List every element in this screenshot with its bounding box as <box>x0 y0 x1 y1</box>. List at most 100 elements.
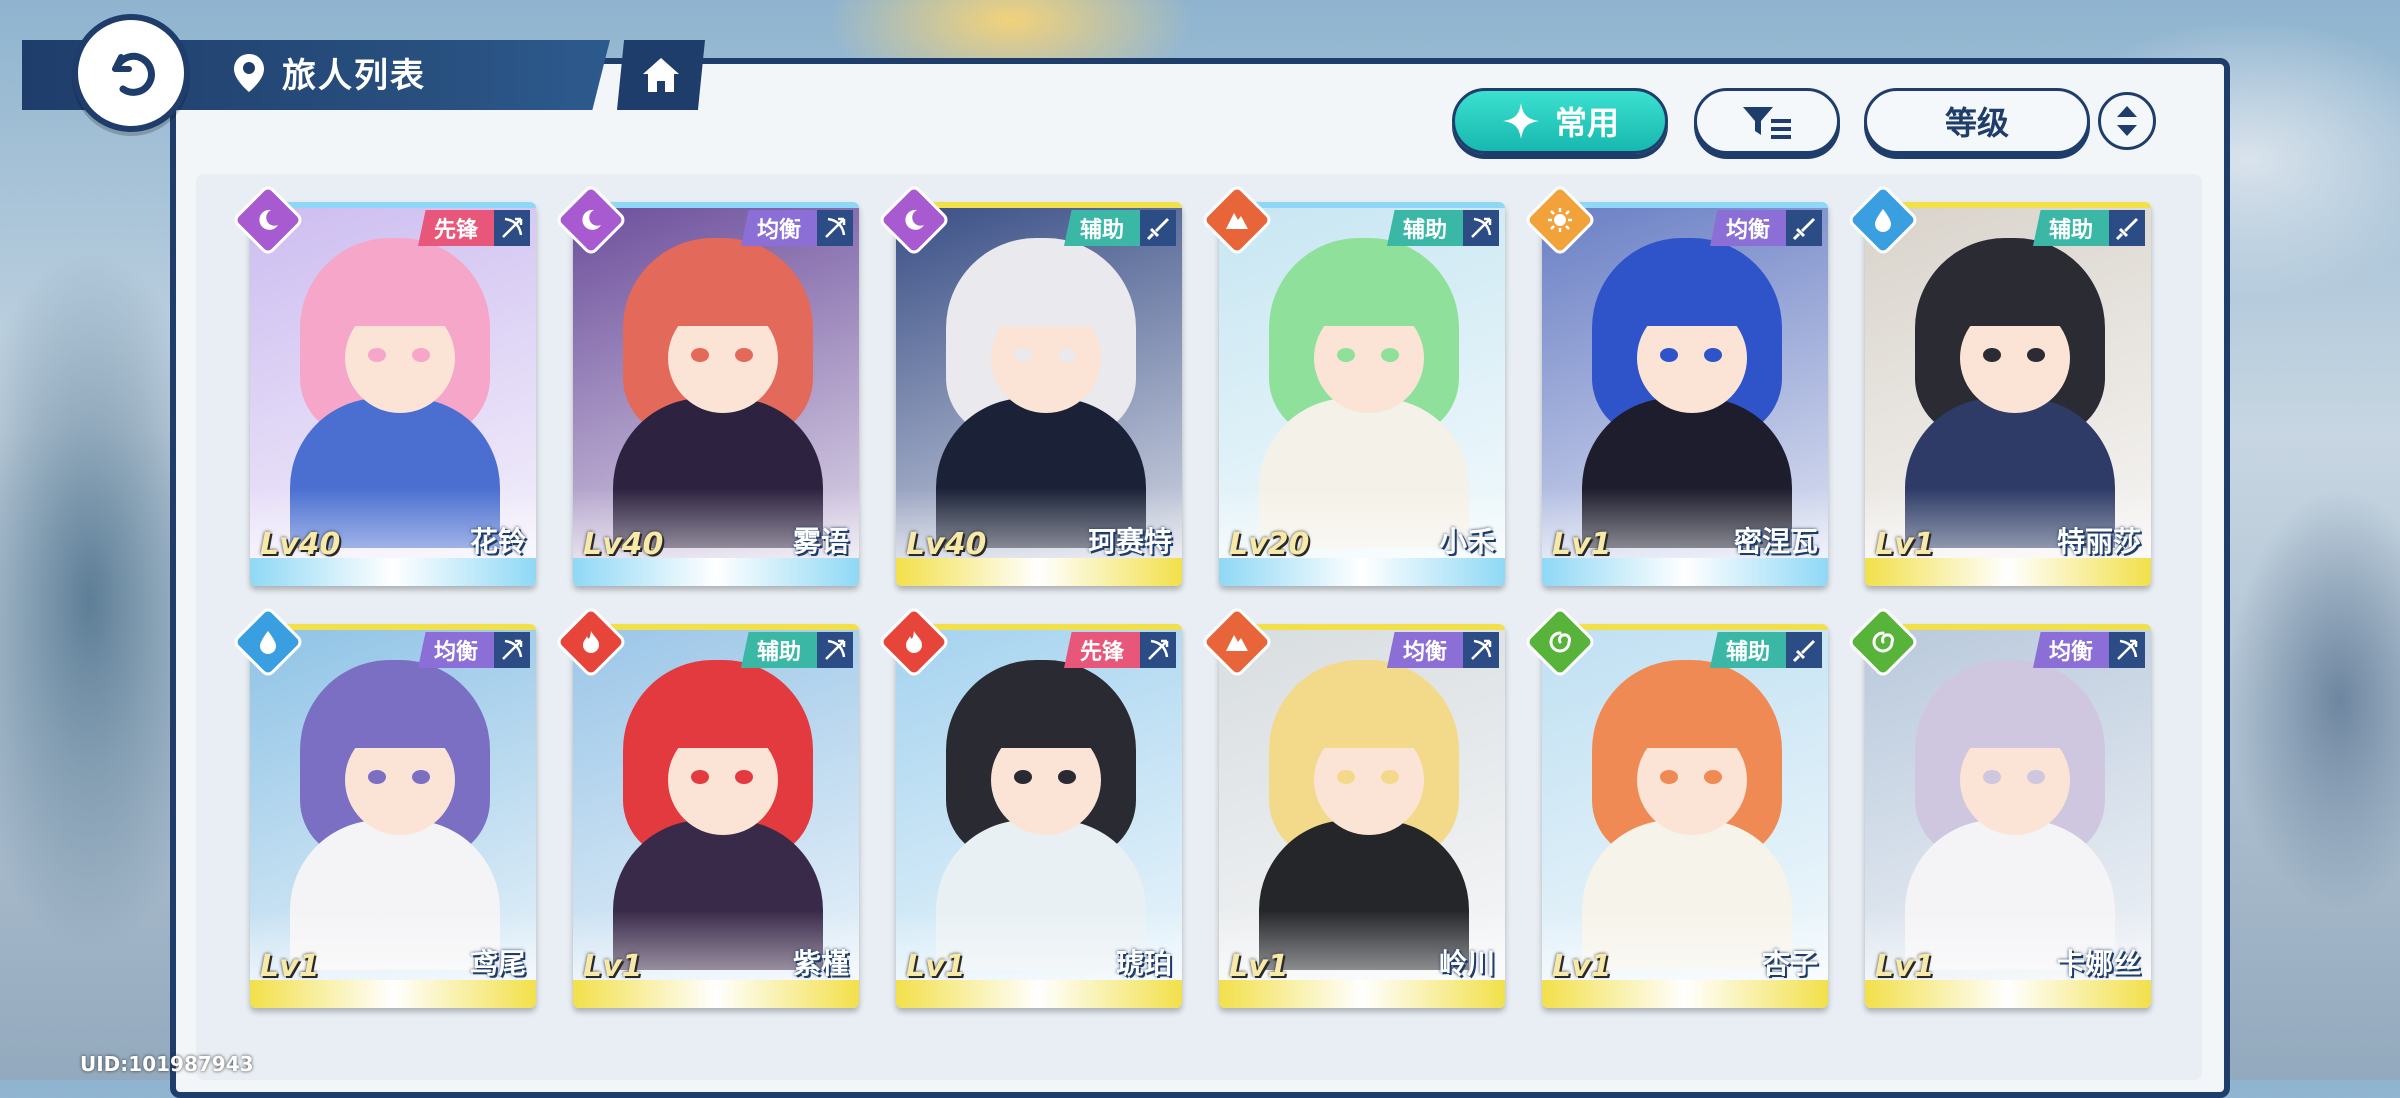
role-tag: 均衡 <box>740 210 817 246</box>
rarity-bar <box>573 980 859 1008</box>
role-tag: 先锋 <box>1063 632 1140 668</box>
portrait-eye <box>2027 770 2045 784</box>
portrait-bangs <box>1307 700 1431 748</box>
page-title: 旅人列表 <box>282 56 426 96</box>
sort-up-down-icon <box>2117 106 2137 136</box>
portrait-bangs <box>661 278 785 326</box>
portrait-eye <box>412 348 430 362</box>
sword-icon <box>1786 632 1822 668</box>
character-card[interactable]: 均衡 Lv1 岭川 <box>1200 605 1505 1008</box>
character-card[interactable]: 先锋 Lv40 花铃 <box>231 183 536 586</box>
character-card[interactable]: 均衡 Lv1 鸢尾 <box>231 605 536 1008</box>
rarity-bar <box>1219 980 1505 1008</box>
character-portrait <box>1865 208 2151 558</box>
portrait-eye <box>1058 348 1076 362</box>
portrait-eye <box>412 770 430 784</box>
character-card[interactable]: 辅助 Lv20 小禾 <box>1200 183 1505 586</box>
portrait-eye <box>368 348 386 362</box>
character-card[interactable]: 辅助 Lv1 杏子 <box>1523 605 1828 1008</box>
portrait-eye <box>1381 770 1399 784</box>
rarity-bar <box>573 558 859 586</box>
character-name: 特丽莎 <box>2056 525 2141 558</box>
bow-icon <box>1463 632 1499 668</box>
location-pin-icon <box>232 52 266 98</box>
character-card[interactable]: 均衡 Lv40 雾语 <box>554 183 859 586</box>
character-level: Lv1 <box>583 949 643 984</box>
home-button[interactable] <box>617 40 705 110</box>
common-filter-label: 常用 <box>1554 104 1619 142</box>
portrait-bangs <box>661 700 785 748</box>
portrait-bangs <box>1953 700 2077 748</box>
character-level: Lv20 <box>1229 527 1310 562</box>
portrait-eye <box>735 770 753 784</box>
role-tag: 先锋 <box>417 210 494 246</box>
character-name: 雾语 <box>792 525 849 558</box>
character-card[interactable]: 先锋 Lv1 琥珀 <box>877 605 1182 1008</box>
portrait-bangs <box>1630 278 1754 326</box>
back-button[interactable] <box>72 14 190 132</box>
character-card[interactable]: 均衡 Lv1 卡娜丝 <box>1846 605 2151 1008</box>
bow-icon <box>2109 632 2145 668</box>
bow-icon <box>1463 210 1499 246</box>
role-tag: 均衡 <box>1386 632 1463 668</box>
character-name: 小禾 <box>1438 525 1495 558</box>
portrait-eye <box>1704 348 1722 362</box>
rarity-bar <box>1865 980 2151 1008</box>
sort-label: 等级 <box>1944 104 2009 142</box>
portrait-eye <box>1014 348 1032 362</box>
character-portrait <box>250 630 536 980</box>
bow-icon <box>817 632 853 668</box>
portrait-eye <box>1704 770 1722 784</box>
character-portrait <box>896 208 1182 558</box>
portrait-eye <box>691 770 709 784</box>
character-card[interactable]: 辅助 Lv1 紫槿 <box>554 605 859 1008</box>
portrait-eye <box>691 348 709 362</box>
home-icon <box>643 58 679 92</box>
portrait-bangs <box>1953 278 2077 326</box>
character-name: 鸢尾 <box>469 947 526 980</box>
portrait-eye <box>735 348 753 362</box>
character-level: Lv40 <box>906 527 987 562</box>
character-name: 花铃 <box>469 525 526 558</box>
rarity-bar <box>250 980 536 1008</box>
rarity-bar <box>1542 558 1828 586</box>
character-level: Lv1 <box>1229 949 1289 984</box>
common-filter-button[interactable]: 常用 <box>1452 88 1668 154</box>
portrait-bangs <box>338 278 462 326</box>
character-card[interactable]: 辅助 Lv1 特丽莎 <box>1846 183 2151 586</box>
portrait-eye <box>1660 348 1678 362</box>
portrait-bangs <box>338 700 462 748</box>
bow-icon <box>817 210 853 246</box>
character-portrait <box>1219 630 1505 980</box>
portrait-bangs <box>984 700 1108 748</box>
back-arrow-icon <box>112 52 155 96</box>
portrait-eye <box>2027 348 2045 362</box>
character-level: Lv1 <box>1875 949 1935 984</box>
character-card[interactable]: 辅助 Lv40 珂赛特 <box>877 183 1182 586</box>
role-tag: 均衡 <box>2032 632 2109 668</box>
portrait-eye <box>1337 348 1355 362</box>
character-portrait <box>573 630 859 980</box>
bow-icon <box>494 210 530 246</box>
character-card[interactable]: 均衡 Lv1 密涅瓦 <box>1523 183 1828 586</box>
rarity-bar <box>1865 558 2151 586</box>
role-tag: 辅助 <box>1386 210 1463 246</box>
character-name: 卡娜丝 <box>2056 947 2141 980</box>
portrait-eye <box>1014 770 1032 784</box>
sort-level-button[interactable]: 等级 <box>1864 88 2090 154</box>
character-level: Lv1 <box>1875 527 1935 562</box>
character-portrait <box>1219 208 1505 558</box>
uid-label: UID:101987943 <box>80 1052 254 1076</box>
character-portrait <box>250 208 536 558</box>
role-tag: 辅助 <box>1709 632 1786 668</box>
rarity-bar <box>1219 558 1505 586</box>
character-name: 琥珀 <box>1115 947 1172 980</box>
bow-icon <box>494 632 530 668</box>
character-portrait <box>1865 630 2151 980</box>
portrait-eye <box>1058 770 1076 784</box>
portrait-eye <box>368 770 386 784</box>
filter-button[interactable] <box>1694 88 1840 154</box>
portrait-eye <box>1983 770 2001 784</box>
sort-order-toggle[interactable] <box>2098 92 2156 150</box>
character-portrait <box>896 630 1182 980</box>
